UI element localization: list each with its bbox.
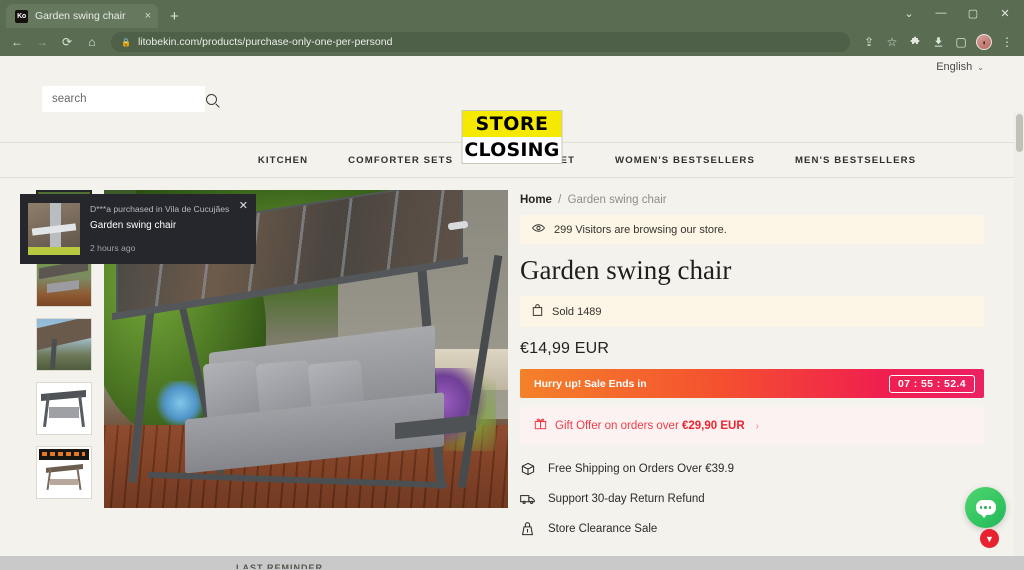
- logo-line-1: STORE: [462, 111, 562, 137]
- chat-bubble-icon: [975, 500, 996, 518]
- tab-search-icon[interactable]: ⌄: [894, 2, 924, 24]
- visitors-text: 299 Visitors are browsing our store.: [554, 223, 727, 236]
- forward-icon[interactable]: →: [31, 31, 53, 53]
- search-input[interactable]: [52, 93, 206, 105]
- window-controls: ⌄ — ▢ ✕: [894, 0, 1020, 26]
- countdown-timer: 07 : 55 : 52.4: [888, 374, 975, 393]
- truck-icon: [520, 493, 535, 505]
- toast-close-icon[interactable]: ✕: [239, 201, 248, 212]
- nav-item-mens-bestsellers[interactable]: MEN'S BESTSELLERS: [795, 155, 916, 166]
- share-icon[interactable]: ⇪: [858, 31, 880, 53]
- tab-strip: Ko Garden swing chair × + ⌄ — ▢ ✕: [0, 0, 1024, 28]
- gift-prefix: Gift Offer on orders over: [555, 420, 682, 432]
- gift-amount: €29,90 EUR: [681, 420, 745, 432]
- page-scrollbar[interactable]: [1014, 112, 1024, 570]
- tab-favicon: Ko: [15, 9, 28, 23]
- breadcrumb-current: Garden swing chair: [567, 194, 667, 206]
- site-logo[interactable]: STORE CLOSING: [461, 110, 563, 164]
- feature-free-shipping: Free Shipping on Orders Over €39.9: [520, 462, 984, 476]
- breadcrumb-home[interactable]: Home: [520, 194, 552, 206]
- close-window-icon[interactable]: ✕: [990, 2, 1020, 24]
- toolbar-actions: ⇪ ☆ ▢ ◖ ⋮: [858, 31, 1018, 53]
- bottom-section-heading: LAST REMINDER: [236, 563, 323, 569]
- tab-title: Garden swing chair: [35, 10, 126, 22]
- bag-icon: [532, 304, 543, 319]
- new-tab-button[interactable]: +: [170, 8, 179, 25]
- tab-close-icon[interactable]: ×: [145, 10, 151, 22]
- profile-avatar[interactable]: ◖: [973, 31, 995, 53]
- sold-banner: Sold 1489: [520, 296, 984, 327]
- browser-window: Ko Garden swing chair × + ⌄ — ▢ ✕ ← → ⟳ …: [0, 0, 1024, 570]
- sale-countdown-bar: Hurry up! Sale Ends in 07 : 55 : 52.4: [520, 369, 984, 398]
- side-panel-icon[interactable]: ▢: [950, 31, 972, 53]
- bookmark-star-icon[interactable]: ☆: [881, 31, 903, 53]
- scroll-down-button[interactable]: ▼: [980, 529, 999, 548]
- breadcrumb-separator: /: [558, 194, 562, 206]
- product-info: Home / Garden swing chair 299 Visitors a…: [520, 190, 984, 536]
- box-icon: [520, 462, 535, 476]
- site-header: STORE CLOSING: [0, 78, 1024, 164]
- scroll-down-icon: ▼: [985, 533, 994, 544]
- toast-body: D***a purchased in Vila de Cucujães Gard…: [90, 202, 248, 256]
- lock-icon: 🔒: [121, 37, 131, 47]
- search-icon[interactable]: [206, 93, 217, 105]
- visitors-banner: 299 Visitors are browsing our store.: [520, 215, 984, 244]
- chat-widget-button[interactable]: [965, 487, 1006, 528]
- language-bar: English ⌄: [0, 56, 1024, 78]
- toast-timestamp: 2 hours ago: [90, 243, 136, 253]
- scrollbar-thumb[interactable]: [1015, 114, 1023, 152]
- feature-label: Support 30-day Return Refund: [548, 493, 705, 505]
- sale-tag-icon: [520, 522, 535, 536]
- page-viewport: English ⌄ STORE CLOSING KITCHEN COMFORTE…: [0, 56, 1024, 570]
- product-price: €14,99 EUR: [520, 340, 610, 357]
- countdown-label: Hurry up! Sale Ends in: [534, 377, 647, 390]
- gift-icon: [534, 417, 547, 435]
- gift-offer-banner[interactable]: Gift Offer on orders over €29,90 EUR ›: [520, 407, 984, 445]
- toast-purchaser: D***a purchased in Vila de Cucujães: [90, 204, 230, 214]
- nav-item-womens-bestsellers[interactable]: WOMEN'S BESTSELLERS: [615, 155, 755, 166]
- toast-thumbnail: [28, 203, 80, 255]
- nav-item-kitchen[interactable]: KITCHEN: [258, 155, 308, 166]
- logo-line-2: CLOSING: [462, 137, 562, 163]
- maximize-icon[interactable]: ▢: [958, 2, 988, 24]
- browser-tab[interactable]: Ko Garden swing chair ×: [6, 4, 158, 28]
- address-bar[interactable]: 🔒 litobekin.com/products/purchase-only-o…: [111, 32, 850, 52]
- avatar: ◖: [976, 34, 992, 50]
- feature-clearance-sale: Store Clearance Sale: [520, 522, 984, 536]
- browser-menu-icon[interactable]: ⋮: [996, 31, 1018, 53]
- bottom-overlay-strip: [0, 556, 1024, 570]
- thumbnail-swing-studio-white[interactable]: [36, 382, 92, 435]
- chevron-right-icon: ›: [755, 420, 759, 432]
- browser-chrome: Ko Garden swing chair × + ⌄ — ▢ ✕ ← → ⟳ …: [0, 0, 1024, 56]
- language-selector[interactable]: English ⌄: [936, 61, 984, 73]
- page-title: Garden swing chair: [520, 255, 732, 285]
- sold-text: Sold 1489: [552, 305, 602, 318]
- home-icon[interactable]: ⌂: [81, 31, 103, 53]
- search-box[interactable]: [42, 86, 217, 112]
- extensions-puzzle-icon[interactable]: [904, 31, 926, 53]
- minimize-icon[interactable]: —: [926, 2, 956, 24]
- gift-offer-text: Gift Offer on orders over €29,90 EUR: [555, 420, 745, 432]
- address-bar-url: litobekin.com/products/purchase-only-one…: [137, 36, 393, 48]
- feature-return-refund: Support 30-day Return Refund: [520, 493, 984, 505]
- back-icon[interactable]: ←: [6, 31, 28, 53]
- feature-label: Store Clearance Sale: [548, 523, 658, 535]
- thumbnail-swing-diagram-banner[interactable]: [36, 446, 92, 499]
- purchase-notification-toast[interactable]: D***a purchased in Vila de Cucujães Gard…: [20, 194, 256, 264]
- browser-toolbar: ← → ⟳ ⌂ 🔒 litobekin.com/products/purchas…: [0, 28, 1024, 56]
- eye-icon: [531, 223, 546, 236]
- breadcrumb: Home / Garden swing chair: [520, 194, 984, 206]
- chevron-down-icon: ⌄: [977, 62, 984, 72]
- toast-product-name[interactable]: Garden swing chair: [90, 220, 248, 231]
- feature-label: Free Shipping on Orders Over €39.9: [548, 463, 735, 475]
- reload-icon[interactable]: ⟳: [56, 31, 78, 53]
- downloads-icon[interactable]: [927, 31, 949, 53]
- thumbnail-swing-canopy-detail[interactable]: [36, 318, 92, 371]
- language-label: English: [936, 61, 973, 73]
- nav-item-comforter-sets[interactable]: COMFORTER SETS: [348, 155, 453, 166]
